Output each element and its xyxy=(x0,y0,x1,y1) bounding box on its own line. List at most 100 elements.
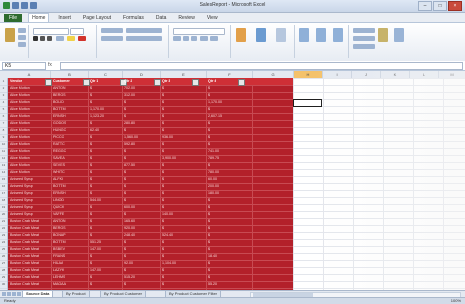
table-cell[interactable]: 936.00 xyxy=(162,134,173,141)
table-cell[interactable]: 147.00 xyxy=(90,246,101,253)
header-cell[interactable]: Qtr 3 xyxy=(162,78,170,85)
table-cell[interactable]: Boston Crab Meat xyxy=(10,246,39,253)
table-cell[interactable]: $ xyxy=(90,211,92,218)
copy-icon[interactable] xyxy=(18,35,26,40)
close-icon[interactable]: × xyxy=(448,1,462,11)
worksheet-grid[interactable]: A B C D E F G H I J K L M 12345678910111… xyxy=(0,71,465,290)
table-cell[interactable]: BERGS xyxy=(53,92,66,99)
table-cell[interactable]: $ xyxy=(162,281,164,288)
data-table[interactable]: Vendor Customer Qtr 1 Qtr 2 Qtr 3 Qtr 4 Alice … xyxy=(8,78,293,290)
decrease-decimal-icon[interactable] xyxy=(210,36,218,41)
align-top-icon[interactable] xyxy=(101,28,123,33)
table-cell[interactable]: 702.00 xyxy=(124,85,135,92)
header-cell[interactable]: Qtr 4 xyxy=(208,78,216,85)
autosum-icon[interactable] xyxy=(353,28,375,33)
table-cell[interactable]: 248.40 xyxy=(124,232,135,239)
prev-sheet-icon[interactable] xyxy=(7,292,11,296)
table-cell[interactable]: $ xyxy=(90,85,92,92)
table-cell[interactable]: $ xyxy=(90,232,92,239)
table-cell[interactable]: $ xyxy=(162,99,164,106)
table-cell[interactable]: $ xyxy=(208,106,210,113)
table-cell[interactable]: $ xyxy=(124,127,126,134)
name-box[interactable]: K5 xyxy=(2,62,46,70)
table-cell[interactable]: VAFFE xyxy=(53,211,64,218)
table-cell[interactable]: $ xyxy=(208,162,210,169)
table-cell[interactable]: $ xyxy=(124,197,126,204)
table-cell[interactable]: ANTON xyxy=(53,85,66,92)
table-cell[interactable]: Boston Crab Meat xyxy=(10,253,39,260)
table-cell[interactable]: 780.00 xyxy=(208,169,219,176)
table-cell[interactable]: 592.80 xyxy=(124,141,135,148)
italic-icon[interactable] xyxy=(40,36,45,41)
table-cell[interactable]: $ xyxy=(162,176,164,183)
table-cell[interactable]: BOTTM xyxy=(53,106,66,113)
table-cell[interactable]: $ xyxy=(208,92,210,99)
last-sheet-icon[interactable] xyxy=(17,292,21,296)
table-cell[interactable]: $ xyxy=(124,267,126,274)
column-header[interactable]: E xyxy=(161,71,207,78)
table-cell[interactable]: $ xyxy=(208,225,210,232)
table-cell[interactable]: 140.00 xyxy=(162,211,173,218)
cut-icon[interactable] xyxy=(18,28,26,33)
table-cell[interactable]: $ xyxy=(124,183,126,190)
table-cell[interactable]: 877.50 xyxy=(124,162,135,169)
clear-icon[interactable] xyxy=(353,44,375,49)
table-cell[interactable]: 515.20 xyxy=(124,274,135,281)
table-cell[interactable]: $ xyxy=(90,274,92,281)
table-cell[interactable]: Alice Mutton xyxy=(10,99,30,106)
table-cell[interactable]: Boston Crab Meat xyxy=(10,267,39,274)
table-cell[interactable]: $ xyxy=(90,218,92,225)
table-cell[interactable]: SEVES xyxy=(53,162,65,169)
table-cell[interactable]: $ xyxy=(162,218,164,225)
table-cell[interactable]: ALFKI xyxy=(53,176,63,183)
table-cell[interactable]: $ xyxy=(124,99,126,106)
table-cell[interactable]: BOTTM xyxy=(53,183,66,190)
table-cell[interactable]: Boston Crab Meat xyxy=(10,232,39,239)
number-format-select[interactable] xyxy=(173,28,225,35)
insert-cells-icon[interactable] xyxy=(299,28,309,42)
table-cell[interactable]: $ xyxy=(162,127,164,134)
table-cell[interactable]: Alice Mutton xyxy=(10,155,30,162)
fill-color-icon[interactable] xyxy=(67,36,75,41)
table-cell[interactable]: Boston Crab Meat xyxy=(10,239,39,246)
table-cell[interactable]: BONAP xyxy=(53,232,66,239)
table-cell[interactable]: $ xyxy=(162,253,164,260)
table-cell[interactable]: BOLID xyxy=(53,99,64,106)
table-cell[interactable]: $ xyxy=(124,148,126,155)
table-cell[interactable]: Alice Mutton xyxy=(10,85,30,92)
zoom-level[interactable]: 100% xyxy=(451,298,461,304)
table-cell[interactable]: $ xyxy=(90,169,92,176)
table-cell[interactable]: $ xyxy=(90,253,92,260)
column-header[interactable]: F xyxy=(207,71,253,78)
table-cell[interactable]: $ xyxy=(208,218,210,225)
table-cell[interactable]: Boston Crab Meat xyxy=(10,281,39,288)
table-cell[interactable]: $ xyxy=(208,197,210,204)
header-cell[interactable]: Vendor xyxy=(10,78,22,85)
table-cell[interactable]: $ xyxy=(90,204,92,211)
table-cell[interactable]: LAZYK xyxy=(53,267,64,274)
merge-center-icon[interactable] xyxy=(126,36,162,41)
table-cell[interactable]: $ xyxy=(90,281,92,288)
table-cell[interactable]: $ xyxy=(208,267,210,274)
table-cell[interactable]: $ xyxy=(208,120,210,127)
table-cell[interactable]: 600.00 xyxy=(124,204,135,211)
formula-input[interactable] xyxy=(60,62,463,70)
table-cell[interactable]: $ xyxy=(90,176,92,183)
header-cell[interactable]: Qtr 1 xyxy=(90,78,98,85)
table-cell[interactable]: $ xyxy=(162,113,164,120)
table-cell[interactable]: 789.75 xyxy=(208,155,219,162)
table-cell[interactable]: 741.00 xyxy=(208,148,219,155)
table-cell[interactable]: Aniseed Syrup xyxy=(10,197,33,204)
table-cell[interactable]: FRANS xyxy=(53,253,65,260)
font-size-select[interactable] xyxy=(70,28,84,35)
table-cell[interactable]: Alice Mutton xyxy=(10,169,30,176)
table-cell[interactable]: 180.00 xyxy=(208,190,219,197)
table-cell[interactable]: 524.40 xyxy=(162,232,173,239)
table-cell[interactable]: 280.80 xyxy=(124,120,135,127)
table-cell[interactable]: $ xyxy=(90,141,92,148)
format-cells-icon[interactable] xyxy=(333,28,343,42)
table-cell[interactable]: Aniseed Syrup xyxy=(10,190,33,197)
table-cell[interactable]: 60.00 xyxy=(208,176,217,183)
table-cell[interactable]: BSBEV xyxy=(53,246,65,253)
table-cell[interactable]: 1,170.00 xyxy=(208,99,222,106)
